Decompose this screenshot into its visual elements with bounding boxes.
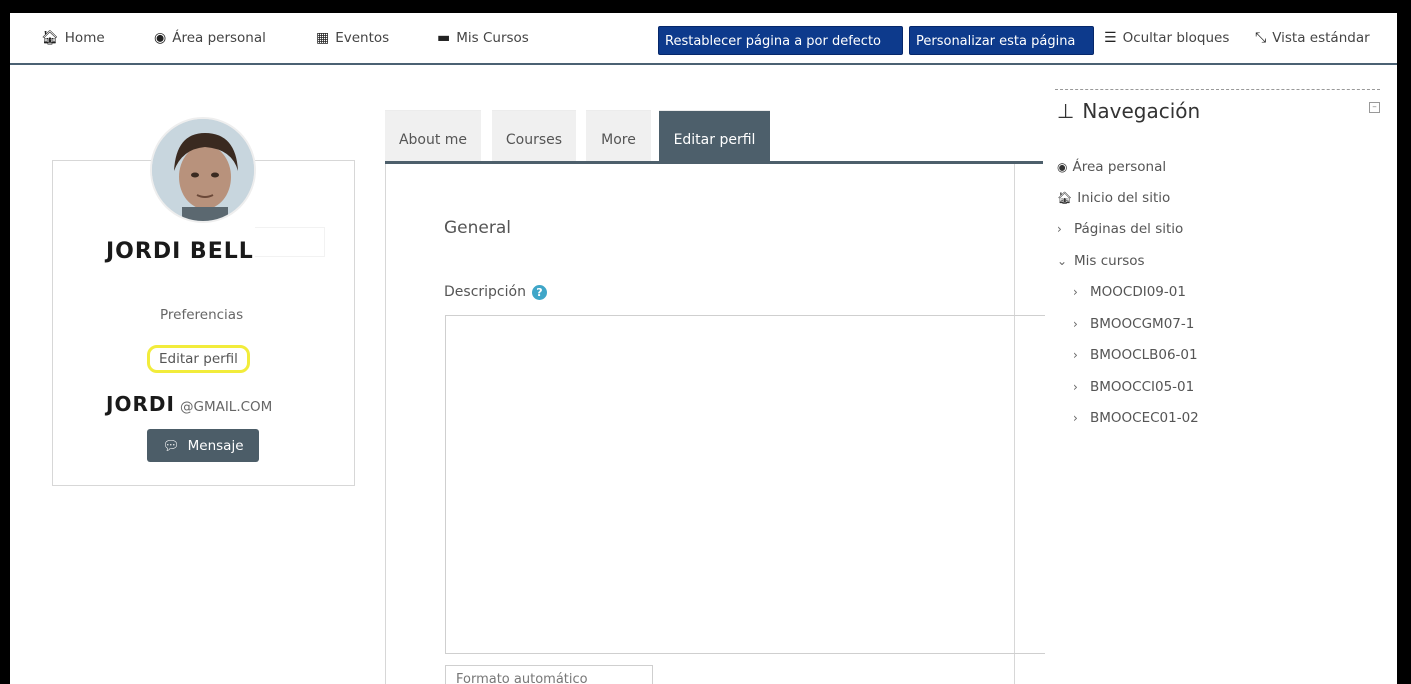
message-button[interactable]: 💬︎ Mensaje [147,429,259,462]
nav-course-item[interactable]: › BMOOCCI05-01 [1073,379,1194,395]
nav-item-my-courses[interactable]: ⌄ Mis cursos [1057,253,1145,269]
standard-view-label: Vista estándar [1272,30,1370,46]
reset-page-button[interactable]: Restablecer página a por defecto [658,26,903,55]
briefcase-icon: ▬ [437,30,451,46]
nav-item-label: Páginas del sitio [1074,221,1184,237]
profile-email: JORDI @GMAIL.COM [106,392,272,416]
customize-page-button[interactable]: Personalizar esta página [909,26,1094,55]
nav-personal-area-link[interactable]: ◉ Área personal [154,30,266,46]
help-icon[interactable]: ? [531,284,547,300]
chevron-right-icon: › [1073,317,1078,331]
nav-course-label: BMOOCLB06-01 [1090,347,1198,363]
nav-course-item[interactable]: › BMOOCGM07-1 [1073,316,1194,332]
nav-course-item[interactable]: › MOOCDI09-01 [1073,284,1186,300]
name-underline [255,227,325,257]
navigation-title: ⊥ Navegación [1057,99,1200,123]
nav-item-label: Área personal [1072,159,1167,175]
calendar-icon: ▦ [316,30,330,46]
nav-events-link[interactable]: ▦ Eventos [316,30,389,46]
nav-course-label: MOOCDI09-01 [1090,284,1186,300]
nav-events-label: Eventos [335,30,390,46]
nav-my-courses-label: Mis Cursos [456,30,529,46]
email-user: JORDI [106,392,175,416]
message-button-label: Mensaje [187,437,244,454]
chevron-right-icon: › [1073,380,1078,394]
section-heading-general[interactable]: General [444,218,511,238]
navigation-title-text: Navegación [1082,99,1201,123]
email-domain: @GMAIL.COM [179,399,273,415]
nav-item-site-pages[interactable]: › Páginas del sitio [1057,221,1183,237]
nav-personal-area-label: Área personal [172,30,266,46]
home-icon: 🏠︎ [1057,191,1073,205]
collapse-block-icon[interactable]: – [1369,102,1380,113]
dashboard-icon: ◉ [1057,160,1068,174]
list-icon: ☰ [1104,30,1117,46]
chevron-right-icon: › [1073,348,1078,362]
tab-about-me[interactable]: About me [385,110,481,162]
compress-icon: ⤡ [1255,30,1267,46]
preferences-link[interactable]: Preferencias [160,307,243,323]
nav-course-item[interactable]: › BMOOCLB06-01 [1073,347,1198,363]
format-select[interactable]: Formato automático [445,665,653,684]
sitemap-icon: ⊥ [1057,99,1075,123]
profile-name: JORDI BELL [106,239,254,264]
block-divider [1055,89,1380,90]
description-editor[interactable] [445,315,1045,654]
dashboard-icon: ◉ [154,30,167,46]
user-photo-icon [152,119,254,221]
nav-item-label: Inicio del sitio [1077,190,1171,206]
chevron-right-icon: › [1073,411,1078,425]
chevron-right-icon: › [1073,285,1078,299]
nav-home-label: Home [64,30,105,46]
top-navbar: 🏠︎ Home ◉ Área personal ▦ Eventos ▬ Mis … [10,13,1397,65]
tab-edit-profile[interactable]: Editar perfil [659,110,770,162]
nav-my-courses-link[interactable]: ▬ Mis Cursos [437,30,529,46]
nav-item-site-home[interactable]: 🏠︎ Inicio del sitio [1057,190,1170,206]
nav-item-personal-area[interactable]: ◉ Área personal [1057,159,1166,175]
nav-course-label: BMOOCEC01-02 [1090,410,1199,426]
nav-course-item[interactable]: › BMOOCEC01-02 [1073,410,1199,426]
hide-blocks-label: Ocultar bloques [1122,30,1230,46]
speech-bubble-icon: 💬︎ [162,437,180,454]
home-icon: 🏠︎ [41,30,59,46]
description-label: Descripción ? [444,284,547,300]
nav-item-label: Mis cursos [1074,253,1145,269]
chevron-right-icon: › [1057,222,1062,236]
nav-course-label: BMOOCGM07-1 [1090,316,1195,332]
standard-view-link[interactable]: ⤡ Vista estándar [1255,30,1370,46]
nav-course-label: BMOOCCI05-01 [1090,379,1195,395]
chevron-down-icon: ⌄ [1057,254,1068,268]
edit-profile-link[interactable]: Editar perfil [147,345,250,373]
nav-home-link[interactable]: 🏠︎ Home [41,30,105,46]
tab-more[interactable]: More [586,110,651,162]
description-label-text: Descripción [444,284,526,300]
tab-courses[interactable]: Courses [492,110,576,162]
avatar [150,117,256,223]
browser-viewport: 🏠︎ Home ◉ Área personal ▦ Eventos ▬ Mis … [10,13,1397,684]
hide-blocks-link[interactable]: ☰ Ocultar bloques [1104,30,1229,46]
